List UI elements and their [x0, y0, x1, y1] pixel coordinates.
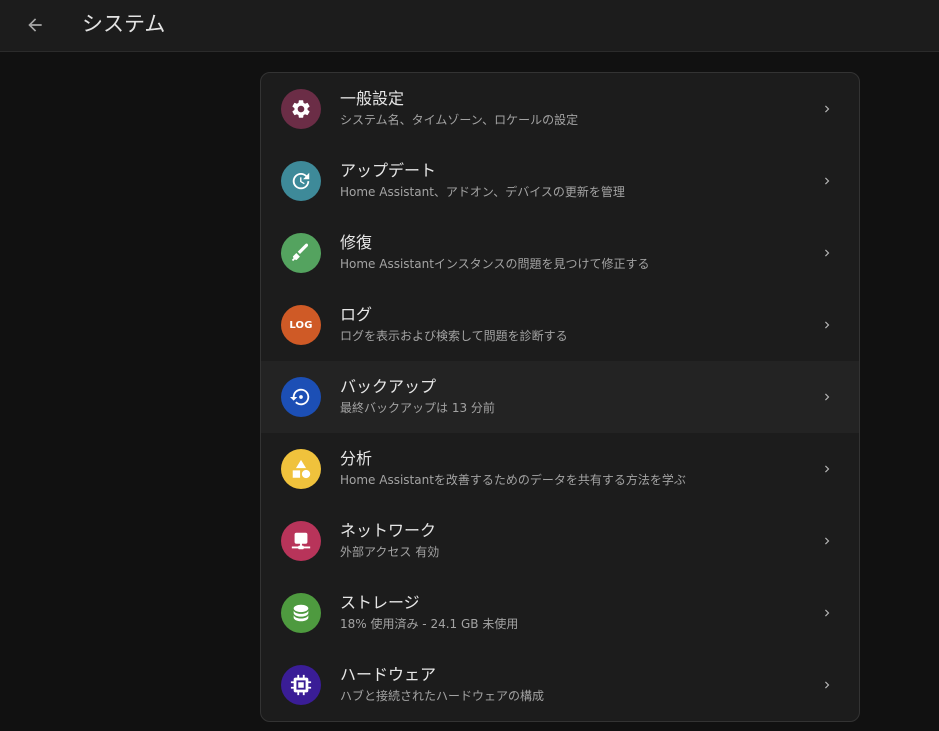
menu-item-icon-bg — [281, 161, 321, 201]
database-icon — [293, 604, 309, 622]
menu-item-updates[interactable]: アップデート Home Assistant、アドオン、デバイスの更新を管理 — [261, 145, 859, 217]
menu-item-title: ストレージ — [340, 593, 420, 612]
menu-item-icon-bg — [281, 89, 321, 129]
chevron-right-icon — [819, 459, 835, 479]
network-icon — [291, 532, 311, 550]
menu-item-subtitle: ハブと接続されたハードウェアの構成 — [340, 689, 545, 703]
menu-item-subtitle: 外部アクセス 有効 — [340, 545, 440, 559]
backup-restore-icon — [290, 388, 310, 406]
menu-item-title: ログ — [340, 305, 373, 324]
menu-item-icon-bg — [281, 665, 321, 705]
menu-item-hardware[interactable]: ハードウェア ハブと接続されたハードウェアの構成 — [261, 649, 859, 721]
log-icon: LOG — [289, 319, 313, 331]
menu-item-title: ネットワーク — [340, 521, 437, 540]
menu-item-title: ハードウェア — [340, 665, 437, 684]
chevron-right-icon — [819, 243, 835, 263]
menu-item-icon-bg — [281, 593, 321, 633]
menu-item-network[interactable]: ネットワーク 外部アクセス 有効 — [261, 505, 859, 577]
app-toolbar: システム — [0, 0, 939, 52]
chevron-right-icon — [819, 171, 835, 191]
menu-item-repairs[interactable]: 修復 Home Assistantインスタンスの問題を見つけて修正する — [261, 217, 859, 289]
menu-item-icon-bg: LOG — [281, 305, 321, 345]
menu-item-title: 分析 — [340, 449, 373, 468]
chevron-right-icon — [819, 675, 835, 695]
menu-item-analytics[interactable]: 分析 Home Assistantを改善するためのデータを共有する方法を学ぶ — [261, 433, 859, 505]
system-settings-card: 一般設定 システム名、タイムゾーン、ロケールの設定 アップデート Home As… — [260, 72, 860, 722]
gear-icon — [292, 100, 310, 118]
chevron-right-icon — [819, 315, 835, 335]
menu-item-icon-bg — [281, 449, 321, 489]
chip-icon — [290, 674, 312, 696]
menu-item-general[interactable]: 一般設定 システム名、タイムゾーン、ロケールの設定 — [261, 73, 859, 145]
menu-item-backups[interactable]: バックアップ 最終バックアップは 13 分前 — [261, 361, 859, 433]
menu-item-subtitle: システム名、タイムゾーン、ロケールの設定 — [340, 113, 579, 127]
screwdriver-icon — [291, 243, 309, 262]
menu-item-subtitle: 最終バックアップは 13 分前 — [340, 401, 495, 415]
chevron-right-icon — [819, 603, 835, 623]
update-icon — [292, 172, 310, 190]
back-button[interactable] — [18, 8, 52, 42]
menu-item-icon-bg — [281, 377, 321, 417]
menu-item-subtitle: 18% 使用済み - 24.1 GB 未使用 — [340, 617, 519, 631]
menu-item-subtitle: ログを表示および検索して問題を診断する — [340, 329, 568, 343]
menu-item-title: バックアップ — [340, 377, 437, 396]
menu-item-title: アップデート — [340, 161, 437, 180]
menu-item-title: 修復 — [340, 233, 373, 252]
page-title: システム — [82, 12, 166, 36]
menu-item-icon-bg — [281, 521, 321, 561]
menu-item-storage[interactable]: ストレージ 18% 使用済み - 24.1 GB 未使用 — [261, 577, 859, 649]
chevron-right-icon — [819, 99, 835, 119]
menu-item-subtitle: Home Assistant、アドオン、デバイスの更新を管理 — [340, 185, 625, 199]
arrow-left-icon — [28, 18, 42, 32]
menu-item-icon-bg — [281, 233, 321, 273]
menu-item-title: 一般設定 — [340, 89, 405, 108]
menu-item-logs[interactable]: LOG ログ ログを表示および検索して問題を診断する — [261, 289, 859, 361]
menu-item-subtitle: Home Assistantを改善するためのデータを共有する方法を学ぶ — [340, 473, 686, 487]
chevron-right-icon — [819, 387, 835, 407]
shapes-icon — [292, 459, 311, 479]
chevron-right-icon — [819, 531, 835, 551]
menu-item-subtitle: Home Assistantインスタンスの問題を見つけて修正する — [340, 257, 650, 271]
